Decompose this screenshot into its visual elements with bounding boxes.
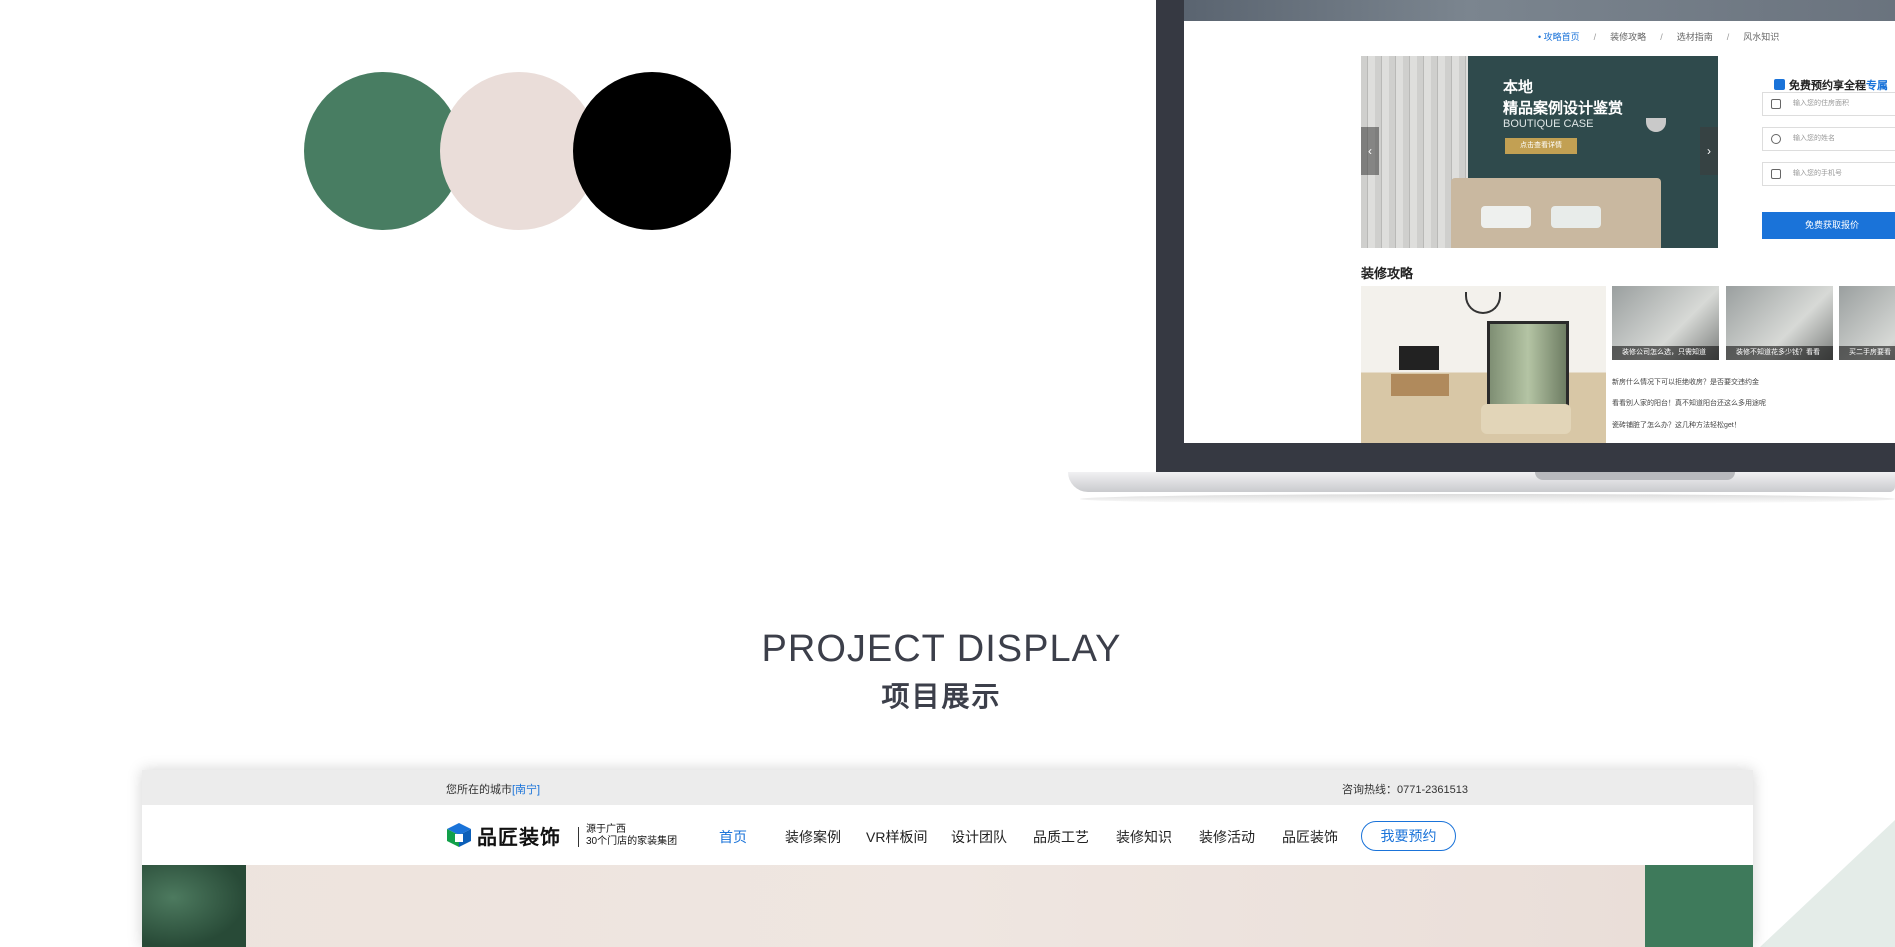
city-label: 您所在的城市 <box>446 784 512 796</box>
guide-thumb-caption: 装修公司怎么选，只需知道 <box>1612 346 1719 360</box>
section-title-en: PROJECT DISPLAY <box>761 628 1122 670</box>
laptop-screen: • 攻略首页 / 装修攻略 / 选材指南 / 风水知识 本地 精品案例设计鉴赏 BOUTIQ… <box>1184 21 1895 443</box>
logo-name[interactable]: 品匠装饰 <box>477 821 561 850</box>
banner-details-button[interactable]: 点击查看详情 <box>1505 138 1577 154</box>
banner-lamp <box>1646 118 1666 132</box>
guide-list-item[interactable]: 看看别人家的阳台！真不知道阳台还这么多用途呢 <box>1612 398 1766 408</box>
logo-divider <box>578 827 579 847</box>
booking-title-highlight: 专属 <box>1866 80 1888 92</box>
booking-cta-button[interactable]: 我要预约 <box>1361 821 1456 851</box>
tv <box>1399 346 1439 370</box>
site-topbar: 您所在的城市[南宁] 咨询热线：0771-2361513 <box>142 770 1753 805</box>
banner-pillow <box>1481 206 1531 228</box>
name-placeholder: 输入您的姓名 <box>1793 135 1835 142</box>
laptop-base <box>1068 472 1895 492</box>
nav-events[interactable]: 装修活动 <box>1199 827 1255 847</box>
banner-line-2: 精品案例设计鉴赏 <box>1503 100 1624 117</box>
nav-cases[interactable]: 装修案例 <box>785 827 841 847</box>
logo-cube-icon[interactable] <box>446 822 472 848</box>
guide-list-item[interactable]: 新房什么情况下可以拒绝收房？是否要交违约金 <box>1612 377 1759 387</box>
banner-next-arrow-icon[interactable]: › <box>1700 127 1718 175</box>
cabinet <box>1391 374 1449 396</box>
guide-photo-living-room[interactable] <box>1361 286 1606 443</box>
guide-list-item[interactable]: 瓷砖铺脏了怎么办？这几种方法轻松get！ <box>1612 420 1741 430</box>
guide-thumb[interactable]: 装修不知道花多少钱？看看 <box>1726 286 1833 360</box>
breadcrumb-fengshui[interactable]: 风水知识 <box>1743 32 1779 42</box>
city-selector: 您所在的城市[南宁] <box>446 781 540 797</box>
palette-swatch-green <box>304 72 462 230</box>
breadcrumb-materials[interactable]: 选材指南 <box>1677 32 1713 42</box>
booking-title-text: 免费预约享全程 <box>1789 80 1866 92</box>
area-icon <box>1771 99 1781 109</box>
guide-thumb[interactable]: 买二手房要看 <box>1839 286 1895 360</box>
case-banner[interactable]: 本地 精品案例设计鉴赏 BOUTIQUE CASE 点击查看详情 ‹ › <box>1361 56 1718 248</box>
logo-tagline-2: 30个门店的家装集团 <box>586 836 678 847</box>
site-hero <box>142 865 1753 947</box>
edit-icon <box>1774 79 1785 90</box>
logo-tagline-1: 源于广西 <box>586 824 626 835</box>
sofa <box>1481 404 1571 434</box>
website-preview: 您所在的城市[南宁] 咨询热线：0771-2361513 品匠装饰 源于广西 3… <box>142 770 1753 947</box>
guide-thumb-caption: 装修不知道花多少钱？看看 <box>1726 346 1833 360</box>
nav-home[interactable]: 首页 <box>719 827 747 847</box>
name-input[interactable]: 输入您的姓名 <box>1762 127 1895 151</box>
laptop-shadow <box>1080 494 1895 504</box>
booking-form-title: 免费预约享全程专属 <box>1774 77 1888 93</box>
site-navbar: 品匠装饰 源于广西 30个门店的家装集团 首页 装修案例 VR样板间 设计团队 … <box>142 805 1753 865</box>
hero-green-panel <box>1645 865 1753 947</box>
area-input[interactable]: 输入您的住房面积 <box>1762 92 1895 116</box>
guides-title: 装修攻略 <box>1361 266 1414 281</box>
guide-thumb[interactable]: 装修公司怎么选，只需知道 <box>1612 286 1719 360</box>
guide-thumb-caption: 买二手房要看 <box>1839 346 1895 360</box>
laptop-hero-image-strip <box>1184 0 1895 21</box>
section-title-cn: 项目展示 <box>881 681 1002 712</box>
chandelier <box>1465 292 1501 314</box>
banner-pillow <box>1551 206 1601 228</box>
banner-prev-arrow-icon[interactable]: ‹ <box>1361 127 1379 175</box>
nav-vr[interactable]: VR样板间 <box>866 827 927 847</box>
phone-input[interactable]: 输入您的手机号 <box>1762 162 1895 186</box>
window <box>1487 321 1569 415</box>
palette-heading-fragment <box>355 0 545 6</box>
breadcrumb-home[interactable]: • 攻略首页 <box>1538 32 1580 42</box>
breadcrumb-guide[interactable]: 装修攻略 <box>1610 32 1646 42</box>
nav-knowledge[interactable]: 装修知识 <box>1116 827 1172 847</box>
hotline: 咨询热线：0771-2361513 <box>1342 784 1468 796</box>
phone-icon <box>1771 169 1781 179</box>
palette-swatch-black <box>573 72 731 230</box>
banner-line-1: 本地 <box>1503 79 1534 96</box>
get-quote-button[interactable]: 免费获取报价 <box>1762 212 1895 239</box>
nav-design-team[interactable]: 设计团队 <box>951 827 1007 847</box>
city-link[interactable]: [南宁] <box>512 784 540 796</box>
laptop-base-notch <box>1535 472 1735 480</box>
banner-line-3: BOUTIQUE CASE <box>1503 118 1594 130</box>
decorative-shape <box>1760 820 1895 947</box>
phone-placeholder: 输入您的手机号 <box>1793 170 1842 177</box>
nav-craft[interactable]: 品质工艺 <box>1033 827 1089 847</box>
nav-about[interactable]: 品匠装饰 <box>1282 827 1338 847</box>
hero-plant <box>142 865 246 947</box>
user-icon <box>1771 134 1781 144</box>
guide-breadcrumb: • 攻略首页 / 装修攻略 / 选材指南 / 风水知识 <box>1538 32 1780 42</box>
area-placeholder: 输入您的住房面积 <box>1793 100 1849 107</box>
logo-tagline: 源于广西 30个门店的家装集团 <box>586 824 677 848</box>
